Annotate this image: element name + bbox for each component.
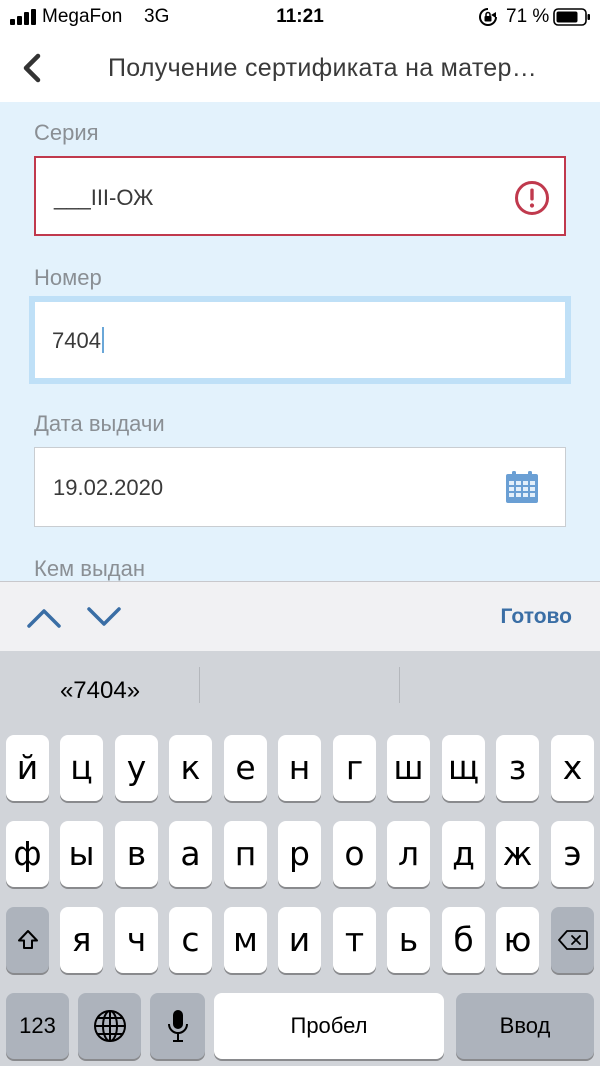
key[interactable]: я <box>60 907 103 973</box>
back-chevron-icon[interactable] <box>18 52 50 84</box>
series-value: ___III-ОЖ <box>54 185 154 210</box>
numbers-key[interactable]: 123 <box>6 993 69 1059</box>
backspace-key[interactable] <box>551 907 594 973</box>
shift-key[interactable] <box>6 907 49 973</box>
error-alert-icon <box>515 181 549 215</box>
key[interactable]: у <box>115 735 158 801</box>
key[interactable]: ц <box>60 735 103 801</box>
key[interactable]: б <box>442 907 485 973</box>
key[interactable]: х <box>551 735 594 801</box>
key[interactable]: м <box>224 907 267 973</box>
space-key[interactable]: Пробел <box>214 993 444 1059</box>
key[interactable]: р <box>278 821 321 887</box>
key[interactable]: ы <box>60 821 103 887</box>
number-input[interactable]: 7404 <box>29 296 571 384</box>
key[interactable]: с <box>169 907 212 973</box>
language-key[interactable] <box>78 993 141 1059</box>
key[interactable]: е <box>224 735 267 801</box>
backspace-icon <box>557 930 588 950</box>
microphone-icon <box>167 1010 188 1042</box>
key[interactable]: а <box>169 821 212 887</box>
key[interactable]: т <box>333 907 376 973</box>
key[interactable]: ь <box>387 907 430 973</box>
number-label: Номер <box>34 265 102 290</box>
number-value: 7404 <box>52 327 104 354</box>
key[interactable]: ш <box>387 735 430 801</box>
key[interactable]: и <box>278 907 321 973</box>
issued-by-label: Кем выдан <box>34 556 146 581</box>
suggestion-bar: «7404» <box>0 651 600 727</box>
status-bar: MegaFon 3G 11:21 71 % <box>0 0 600 34</box>
key[interactable]: ч <box>115 907 158 973</box>
suggestion-item[interactable]: «7404» <box>0 651 200 727</box>
key[interactable]: ф <box>6 821 49 887</box>
key[interactable]: г <box>333 735 376 801</box>
suggestion-item[interactable] <box>200 651 400 727</box>
key[interactable]: з <box>496 735 539 801</box>
navigation-bar: Получение сертификата на матер… <box>0 34 600 102</box>
key[interactable]: д <box>442 821 485 887</box>
key[interactable]: л <box>387 821 430 887</box>
issue-date-input[interactable]: 19.02.2020 <box>34 447 566 527</box>
certificate-form: Серия ___III-ОЖ Номер 7404 Дата выдачи 1… <box>0 102 600 581</box>
key[interactable]: о <box>333 821 376 887</box>
done-button[interactable]: Готово <box>501 605 572 629</box>
rotation-lock-icon <box>479 8 497 26</box>
issue-date-label: Дата выдачи <box>34 411 165 436</box>
key[interactable]: п <box>224 821 267 887</box>
shift-arrow-icon <box>17 930 38 949</box>
keyboard: «7404» й ц у к е н г ш щ з х ф ы в а п р… <box>0 651 600 1066</box>
key[interactable]: н <box>278 735 321 801</box>
battery-percent: 71 % <box>506 6 550 27</box>
key[interactable]: в <box>115 821 158 887</box>
series-label: Серия <box>34 120 99 145</box>
dictation-key[interactable] <box>150 993 205 1059</box>
key[interactable]: ж <box>496 821 539 887</box>
text-cursor <box>101 327 104 353</box>
key[interactable]: й <box>6 735 49 801</box>
return-key[interactable]: Ввод <box>456 993 594 1059</box>
previous-field-chevron-up-icon[interactable] <box>26 602 62 632</box>
battery-icon <box>553 8 590 26</box>
key[interactable]: щ <box>442 735 485 801</box>
issue-date-value: 19.02.2020 <box>53 475 164 500</box>
page-title: Получение сертификата на матер… <box>108 54 538 82</box>
key[interactable]: э <box>551 821 594 887</box>
suggestion-item[interactable] <box>400 651 600 727</box>
next-field-chevron-down-icon[interactable] <box>86 602 122 632</box>
calendar-icon[interactable] <box>505 470 539 504</box>
key[interactable]: к <box>169 735 212 801</box>
globe-icon <box>93 1010 126 1042</box>
keyboard-accessory-bar: Готово <box>0 581 600 651</box>
key[interactable]: ю <box>496 907 539 973</box>
series-input[interactable]: ___III-ОЖ <box>34 156 566 236</box>
